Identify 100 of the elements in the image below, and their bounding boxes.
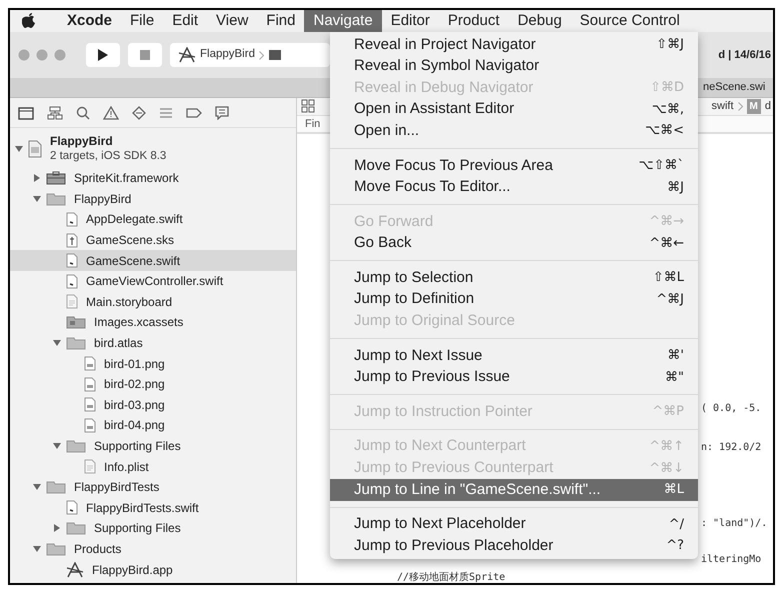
disclosure-down-icon[interactable] <box>33 483 41 492</box>
menu-bar-item[interactable]: Navigate <box>304 10 382 32</box>
find-label[interactable]: Fin <box>305 116 320 132</box>
tree-row[interactable]: bird.atlas <box>10 332 296 354</box>
tree-row[interactable]: Info.plist <box>10 456 296 477</box>
menu-bar-item[interactable]: File <box>121 10 164 32</box>
tree-row[interactable]: Supporting Files <box>10 518 296 539</box>
menu-item[interactable]: Jump to Previous Placeholder ^? <box>330 535 698 557</box>
shortcut-label: ^/ <box>668 516 684 534</box>
warning-icon[interactable] <box>103 106 119 120</box>
tree-row[interactable]: GameViewController.swift <box>10 270 296 292</box>
menu-item[interactable]: Jump to Line in "GameScene.swift"... ⌘L <box>330 479 698 501</box>
tag-icon[interactable] <box>186 106 202 118</box>
menu-item[interactable]: Go Back ^⌘← <box>330 232 698 254</box>
code-line: n: 192.0/2 <box>701 442 762 453</box>
grid-icon[interactable] <box>301 99 315 114</box>
image-file-icon <box>84 418 96 433</box>
search-icon[interactable] <box>76 106 90 120</box>
menu-bar-item[interactable]: Debug <box>508 10 571 32</box>
menu-item[interactable]: Jump to Previous Issue ⌘" <box>330 366 698 388</box>
tree-label: FlappyBird <box>74 190 132 208</box>
menu-bar-item[interactable]: Find <box>257 10 304 32</box>
tree-row[interactable]: FlappyBirdTests.swift <box>10 498 296 518</box>
menu-bar-item[interactable]: Xcode <box>58 10 122 32</box>
message-icon[interactable] <box>215 106 229 120</box>
disclosure-right-icon[interactable] <box>33 174 41 182</box>
document-icon <box>84 459 96 474</box>
tree-row[interactable]: Main.storyboard <box>10 292 296 312</box>
shortcut-label: ⇧⌘D <box>650 79 684 98</box>
jump-bar-item[interactable]: swift <box>712 98 734 114</box>
tree-label: bird-03.png <box>104 396 165 414</box>
editor-tab[interactable]: neScene.swi <box>703 79 773 96</box>
assets-folder-icon <box>66 315 86 330</box>
scene-file-icon <box>66 232 78 248</box>
disclosure-down-icon[interactable] <box>33 194 41 203</box>
shortcut-label: ⌥⇧⌘` <box>638 157 684 176</box>
tree-row[interactable]: AppDelegate.swift <box>10 209 296 230</box>
tree-label: Main.storyboard <box>86 294 172 311</box>
tree-label: FlappyBird.app <box>92 562 173 579</box>
tree-row[interactable]: FlappyBirdTests <box>10 476 296 498</box>
jump-bar-item[interactable]: d <box>764 98 773 114</box>
tree-row[interactable]: bird-03.png <box>10 394 296 416</box>
tree-row[interactable]: GameScene.sks <box>10 230 296 250</box>
swift-file-icon <box>66 500 78 516</box>
disclosure-down-icon[interactable] <box>33 544 41 553</box>
scheme-name: FlappyBird <box>200 47 255 62</box>
swift-file-icon <box>66 274 78 289</box>
shortcut-label: ⇧⌘J <box>656 36 684 54</box>
chevron-right-icon <box>738 102 743 111</box>
menu-item[interactable]: Reveal in Symbol Navigator <box>330 56 698 78</box>
menu-item[interactable]: Open in... ⌥⌘< <box>330 120 698 142</box>
shortcut-label: ^⌘↓ <box>649 460 684 478</box>
disclosure-right-icon[interactable] <box>53 524 61 532</box>
tree-label: Info.plist <box>104 458 149 476</box>
hierarchy-icon[interactable] <box>47 106 63 120</box>
diamond-icon[interactable] <box>132 106 146 120</box>
disclosure-down-icon[interactable] <box>53 339 61 348</box>
menu-item[interactable]: Jump to Next Placeholder ^/ <box>330 514 698 536</box>
disclosure-down-icon[interactable] <box>53 442 61 450</box>
code-line: //移动地面材质Sprite <box>397 572 506 583</box>
tree-row[interactable]: FlappyBird <box>10 188 296 210</box>
tree-row[interactable]: GameScene.swift <box>10 250 296 271</box>
document-icon <box>66 294 78 310</box>
scheme-selector[interactable]: FlappyBird <box>170 43 330 67</box>
menu-item[interactable]: Jump to Next Issue ⌘' <box>330 345 698 367</box>
menu-item[interactable]: Open in Assistant Editor ⌥⌘, <box>330 98 698 120</box>
shortcut-label: ⇧⌘L <box>652 269 684 288</box>
apple-logo-icon[interactable] <box>22 13 36 29</box>
menu-bar-item[interactable]: Edit <box>163 10 208 32</box>
tree-label: AppDelegate.swift <box>86 211 183 228</box>
menu-item[interactable]: Move Focus To Previous Area ⌥⇧⌘` <box>330 154 698 177</box>
menu-item[interactable]: Jump to Definition ^⌘J <box>330 288 698 311</box>
menu-bar-item[interactable]: Source Control <box>570 10 689 32</box>
tree-label: FlappyBirdTests <box>74 479 160 496</box>
tree-row[interactable]: SpriteKit.framework <box>10 168 296 189</box>
tree-row[interactable]: Supporting Files <box>10 436 296 456</box>
tree-row[interactable]: bird-04.png <box>10 415 296 436</box>
shortcut-label: ^⌘J <box>656 290 684 309</box>
tree-row[interactable]: bird-01.png <box>10 353 296 374</box>
menu-bar-item[interactable]: Editor <box>382 10 439 32</box>
menu-bar-item[interactable]: View <box>207 10 258 32</box>
tree-row[interactable]: FlappyBird.app <box>10 559 296 580</box>
project-subtitle: 2 targets, iOS SDK 8.3 <box>50 149 166 164</box>
menu-item[interactable]: Reveal in Project Navigator ⇧⌘J <box>330 34 698 56</box>
menu-bar-item[interactable]: Product <box>438 10 509 32</box>
stop-icon <box>140 50 150 60</box>
menu-item[interactable]: Jump to Selection ⇧⌘L <box>330 267 698 289</box>
tree-row[interactable]: bird-02.png <box>10 374 296 395</box>
tree-row[interactable]: Images.xcassets <box>10 312 296 333</box>
run-button[interactable] <box>86 43 120 67</box>
tree-row[interactable]: Products <box>10 538 296 560</box>
disclosure-down-icon[interactable] <box>15 145 23 153</box>
tree-row[interactable]: FlappyBird 2 targets, iOS SDK 8.3 <box>10 130 296 168</box>
tree-label: Supporting Files <box>94 520 181 538</box>
chevron-right-icon <box>258 50 264 60</box>
menu-item[interactable]: Move Focus To Editor... ⌘J <box>330 176 698 198</box>
play-icon <box>98 49 108 61</box>
tree-label: bird-02.png <box>104 376 165 394</box>
stop-button[interactable] <box>128 43 162 67</box>
shortcut-label: ⌘' <box>667 347 684 366</box>
